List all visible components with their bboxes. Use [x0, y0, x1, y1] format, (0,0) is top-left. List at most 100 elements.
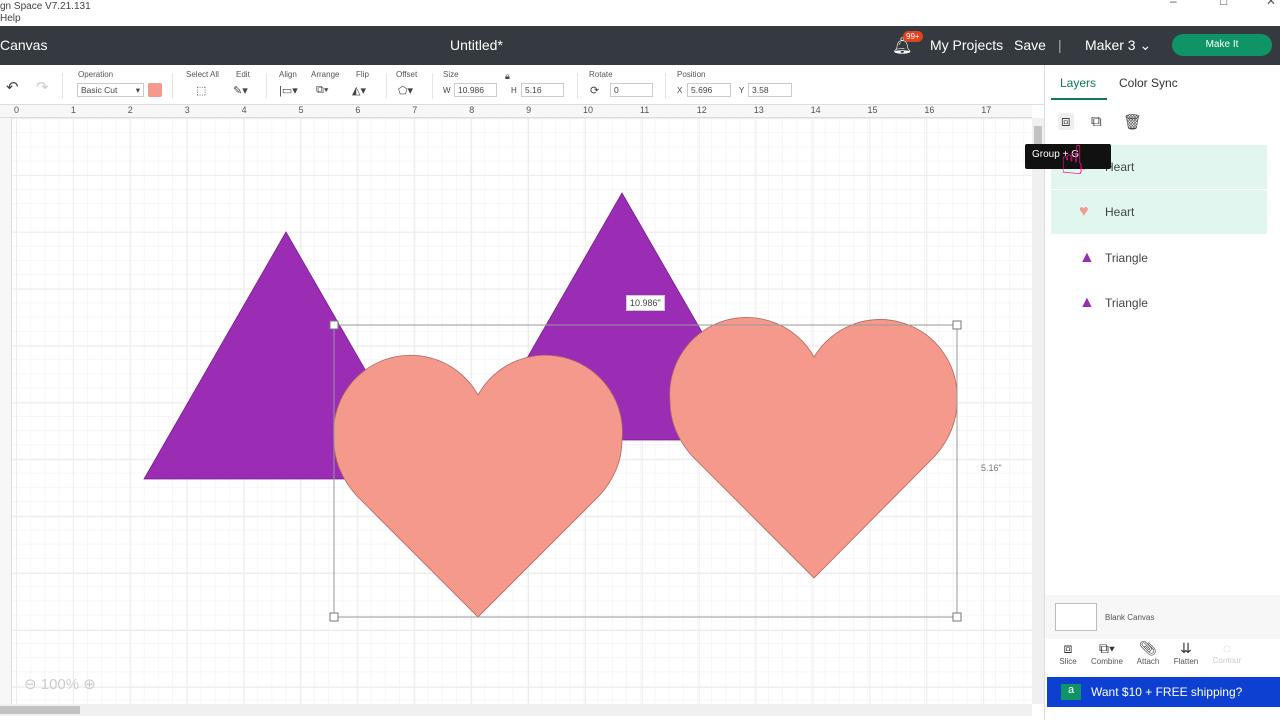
layer-item[interactable]: ♥ Heart — [1051, 190, 1267, 234]
window-title: gn Space V7.21.131 — [0, 1, 91, 12]
save-button[interactable]: Save — [1014, 37, 1046, 53]
flatten-label: Flatten — [1173, 657, 1199, 666]
width-value: 10.986 — [458, 85, 484, 95]
document-title[interactable]: Untitled* — [450, 37, 503, 53]
ruler-tick-label: 0 — [14, 105, 20, 115]
contour-icon: ◌ — [1222, 640, 1232, 656]
offset-label: Offset — [396, 70, 418, 79]
edit-toolbar: ↶ ↷ Operation Basic Cut ▾ Select All ⬚ Ed… — [0, 65, 1044, 105]
combine-label: Combine — [1090, 657, 1123, 666]
flip-label: Flip — [356, 70, 369, 79]
slice-button[interactable]: ⧈ Slice — [1048, 640, 1088, 666]
ruler-tick-label: 3 — [184, 105, 190, 115]
ruler-tick-label: 2 — [127, 105, 133, 115]
ruler-tick-label: 16 — [924, 105, 935, 115]
y-input[interactable]: 3.58 — [748, 83, 792, 97]
redo-icon[interactable]: ↷ — [36, 78, 49, 96]
triangle-icon: ▲ — [1079, 249, 1095, 266]
promo-text: Want $10 + FREE shipping? — [1091, 685, 1243, 699]
group-icon[interactable]: ⧈ — [1058, 113, 1074, 130]
operation-value: Basic Cut — [81, 85, 118, 95]
maximize-icon[interactable]: □ — [1220, 0, 1227, 8]
rotate-icon[interactable]: ⟳ — [590, 84, 599, 97]
horizontal-ruler: 0 1 2 3 4 5 6 7 8 9 10 11 12 13 14 15 16 17 — [0, 105, 1032, 118]
y-value: 3.58 — [752, 85, 769, 95]
position-label: Position — [677, 70, 706, 79]
lock-icon[interactable]: 🔒︎ — [505, 71, 510, 82]
ruler-tick-label: 5 — [298, 105, 304, 115]
design-canvas[interactable] — [12, 118, 1032, 704]
layer-name: Heart — [1105, 205, 1135, 219]
contour-button[interactable]: ◌ Contour — [1207, 640, 1247, 665]
edit-label: Edit — [236, 70, 250, 79]
rotate-value: 0 — [614, 85, 619, 95]
x-value: 5.696 — [691, 85, 713, 95]
blank-canvas-swatch[interactable] — [1055, 603, 1097, 631]
hand-cursor-icon: ☝︎ — [1060, 139, 1085, 183]
ruler-tick-label: 1 — [70, 105, 76, 115]
h-label: H — [511, 86, 517, 95]
offset-icon[interactable]: ⬠▾ — [398, 84, 413, 97]
align-label: Align — [279, 70, 297, 79]
operation-color-swatch[interactable] — [148, 83, 162, 97]
arrange-icon[interactable]: ⧉▾ — [316, 84, 328, 97]
height-dimension-tag: 5.16" — [981, 463, 1002, 473]
promo-banner[interactable]: a Want $10 + FREE shipping? — [1047, 677, 1280, 707]
tab-layers[interactable]: Layers — [1060, 76, 1096, 90]
combine-icon: ⧉▾ — [1099, 640, 1115, 656]
make-it-button[interactable]: Make It — [1172, 34, 1272, 56]
flatten-button[interactable]: ⇊ Flatten — [1166, 640, 1206, 666]
flatten-icon: ⇊ — [1180, 640, 1192, 656]
zoom-out-icon[interactable]: ⊖ — [24, 676, 37, 693]
rotate-input[interactable]: 0 — [610, 83, 653, 97]
separator: | — [1058, 37, 1062, 53]
zoom-control: ⊖ 100% ⊕ — [24, 675, 96, 693]
machine-label: Maker 3 — [1085, 37, 1136, 53]
heart-icon: ♥ — [1079, 203, 1089, 220]
horizontal-scrollbar[interactable] — [0, 704, 1032, 716]
select-all-icon[interactable]: ⬚ — [196, 84, 206, 97]
tab-color-sync[interactable]: Color Sync — [1119, 76, 1178, 90]
operation-select[interactable]: Basic Cut ▾ — [77, 83, 144, 97]
vertical-scrollbar[interactable] — [1032, 118, 1044, 704]
layer-item[interactable]: ▲ Triangle — [1051, 281, 1267, 325]
menu-help[interactable]: Help — [0, 13, 21, 24]
height-input[interactable]: 5.16 — [521, 83, 564, 97]
select-all-label: Select All — [186, 70, 219, 79]
top-bar: Canvas Untitled* 🔔︎ 99+ My Projects Save… — [0, 26, 1280, 65]
align-icon[interactable]: |▭▾ — [279, 84, 298, 97]
window-titlebar: gn Space V7.21.131 Help – □ ✕ — [0, 0, 1280, 26]
ruler-tick-label: 14 — [810, 105, 821, 115]
notification-badge: 99+ — [903, 31, 923, 42]
width-input[interactable]: 10.986 — [454, 83, 497, 97]
flip-icon[interactable]: ◭▾ — [352, 84, 366, 97]
y-label: Y — [739, 86, 745, 95]
machine-select[interactable]: Maker 3 ⌄ — [1085, 37, 1151, 54]
attach-button[interactable]: 📎︎ Attach — [1128, 640, 1168, 666]
x-input[interactable]: 5.696 — [687, 83, 731, 97]
layer-item[interactable]: ▲ Triangle — [1051, 236, 1267, 280]
minimize-icon[interactable]: – — [1170, 0, 1177, 8]
combine-button[interactable]: ⧉▾ Combine — [1087, 640, 1127, 666]
ruler-tick-label: 7 — [412, 105, 418, 115]
paperclip-icon: 📎︎ — [1139, 640, 1157, 656]
ruler-tick-label: 9 — [526, 105, 532, 115]
promo-logo: a — [1061, 684, 1081, 700]
contour-label: Contour — [1212, 656, 1242, 665]
trash-icon[interactable]: 🗑︎ — [1123, 113, 1142, 131]
duplicate-icon[interactable]: ⧉ — [1091, 113, 1102, 130]
ruler-tick-label: 12 — [696, 105, 707, 115]
caret-down-icon: ▾ — [135, 85, 140, 95]
operation-label: Operation — [78, 70, 114, 79]
attach-label: Attach — [1136, 657, 1160, 666]
zoom-in-icon[interactable]: ⊕ — [83, 676, 96, 693]
w-label: W — [443, 86, 451, 95]
vertical-ruler — [0, 118, 12, 704]
my-projects-button[interactable]: My Projects — [930, 37, 1003, 53]
ruler-tick-label: 10 — [583, 105, 594, 115]
layer-name: Triangle — [1105, 251, 1148, 265]
pencil-icon[interactable]: ✎▾ — [233, 84, 248, 97]
close-icon[interactable]: ✕ — [1266, 0, 1276, 8]
undo-icon[interactable]: ↶ — [6, 78, 19, 96]
ruler-tick-label: 13 — [753, 105, 764, 115]
